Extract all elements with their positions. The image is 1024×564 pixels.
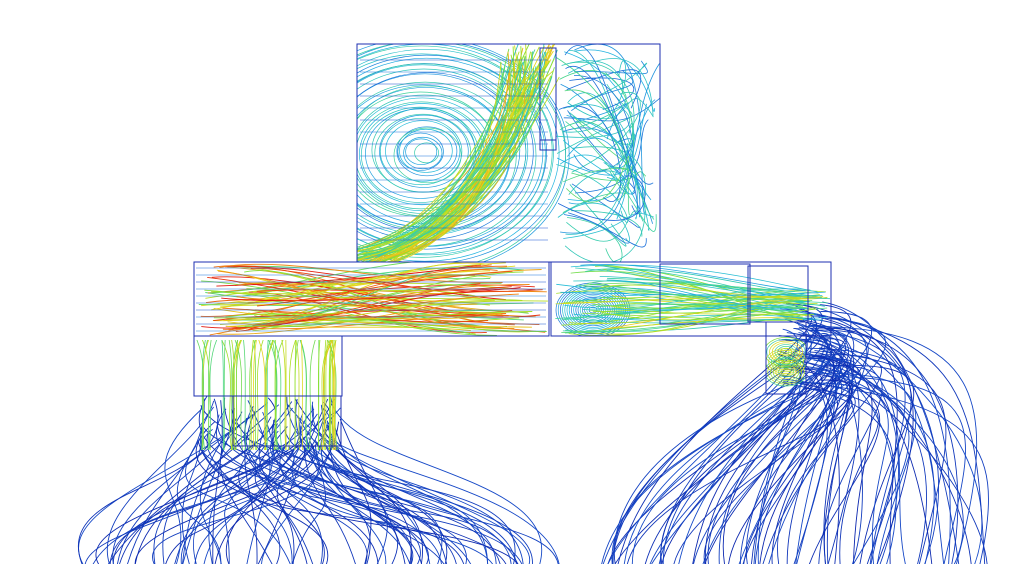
streamline [78, 398, 219, 564]
streamline [223, 340, 226, 450]
left-wing-flow [196, 262, 548, 336]
streamline [399, 128, 453, 173]
outflow-streamlines-right [601, 301, 989, 564]
streamline [301, 443, 488, 564]
streamline [250, 340, 254, 450]
streamline [651, 319, 812, 564]
streamline [374, 114, 472, 193]
streamline [153, 413, 318, 564]
streamline [567, 217, 623, 262]
streamline-plot [78, 43, 989, 564]
streamline [405, 138, 438, 165]
streamline [573, 75, 634, 179]
streamline [252, 340, 257, 450]
streamline [311, 401, 524, 564]
streamline [403, 137, 443, 170]
streamline [565, 121, 657, 232]
right-wing-flow [555, 264, 831, 336]
upper-room-flow [357, 44, 660, 262]
